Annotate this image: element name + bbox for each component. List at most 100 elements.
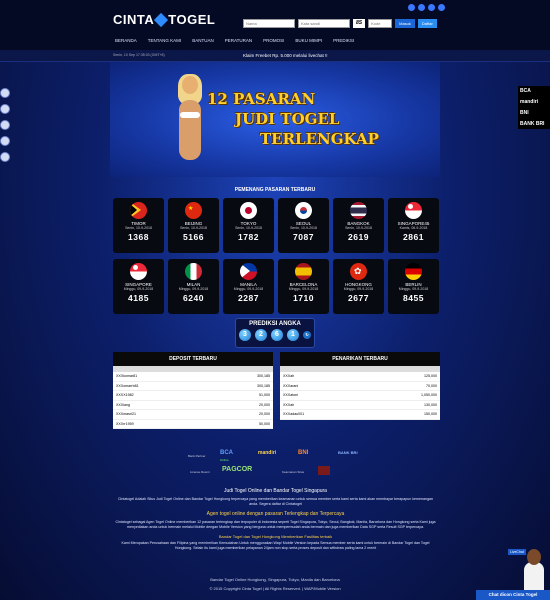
footer-links[interactable]: Bandar Togel Online Hongkong, Singapura,… (0, 577, 550, 582)
market-date: Senin, 10-9-2018 (235, 226, 262, 230)
nav-item-buku-mimpi[interactable]: BUKU MIMPI (295, 38, 322, 43)
market-result: 2861 (403, 232, 424, 242)
bank-status-panel: BCA mandiri BNI BANK BRI (518, 86, 550, 129)
row-user: XXXmasri21 (116, 412, 136, 416)
line-icon[interactable] (0, 120, 10, 130)
site-logo[interactable]: CINTA TOGEL (113, 12, 215, 28)
market-card-milan[interactable]: MILAN Minggu, 09-9-2018 6240 (168, 259, 219, 314)
security-badge-icon (318, 466, 330, 475)
table-row: XXXadau001 150,000 (280, 410, 440, 420)
table-row: XXXarani 70,000 (280, 382, 440, 391)
captcha-input[interactable] (368, 19, 393, 28)
banner-line-3: TERLENGKAP (260, 130, 379, 148)
nav-item-bantuan[interactable]: BANTUAN (192, 38, 214, 43)
table-row: XXXiang 20,000 (113, 401, 273, 410)
login-form: 8S Masuk Daftar (243, 19, 437, 28)
market-card-barcelona[interactable]: BARCELONA Minggu, 09-9-2018 1710 (278, 259, 329, 314)
row-user: XXXah (283, 374, 295, 378)
row-amount: 150,000 (424, 412, 437, 416)
twitter-icon[interactable] (418, 4, 425, 11)
livechat-agent-image[interactable] (521, 549, 548, 590)
prediction-digit: 3 (239, 329, 251, 341)
diamond-icon (154, 12, 169, 28)
table-row: XXXah 130,000 (280, 401, 440, 410)
row-user: XXXkomar81 (116, 374, 138, 378)
bank-bni: BNI (520, 110, 529, 116)
market-card-hongkong[interactable]: ✿ HONGKONG Minggu, 09-9-2018 2677 (333, 259, 384, 314)
china-flag-icon: ★ (185, 202, 202, 219)
login-button[interactable]: Masuk (395, 19, 415, 28)
row-user: XXXadau001 (283, 412, 305, 416)
market-result: 1782 (238, 232, 259, 242)
prediction-digit: 6 (271, 329, 283, 341)
wechat-icon[interactable] (0, 152, 10, 162)
partner-mandiri: mandiri (258, 450, 277, 456)
table-row: XXXX1982 51,000 (113, 391, 273, 401)
row-user: XXXarani (283, 383, 299, 388)
ticker-bar: Senin, 10 Sep 17:35:03 (GMT+8) Klaim Fre… (0, 50, 550, 62)
market-date: Kamis, 06-9-2018 (399, 226, 428, 230)
hero-banner[interactable]: 12 PASARAN JUDI TOGEL TERLENGKAP (110, 62, 440, 177)
market-card-beijing[interactable]: ★ BEIJING Senin, 10-9-2018 5166 (168, 198, 219, 253)
market-result: 2619 (348, 232, 369, 242)
register-button[interactable]: Daftar (417, 19, 437, 28)
header: CINTA TOGEL 8S Masuk Daftar BERANDA TENTA… (0, 0, 550, 50)
row-user: XXXatoni (283, 393, 298, 397)
market-result: 2287 (238, 293, 259, 303)
livechat-button[interactable]: Chat dicon Cinta Togel (476, 590, 550, 600)
nav-item-prediksi[interactable]: PREDIKSI (333, 38, 354, 43)
footer-content: Judi Togel Online dan Bandar Togel Singa… (113, 488, 438, 551)
logo-text-cinta: CINTA (113, 12, 155, 27)
market-card-bangkok[interactable]: BANGKOK Senin, 10-9-2018 2619 (333, 198, 384, 253)
nav-item-tentang-kami[interactable]: TENTANG KAMI (148, 38, 181, 43)
market-result: 8455 (403, 293, 424, 303)
market-card-singapore[interactable]: SINGAPORE Minggu, 09-9-2018 4185 (113, 259, 164, 314)
refresh-icon[interactable]: ↻ (303, 331, 311, 339)
italy-flag-icon (185, 263, 202, 280)
username-input[interactable] (243, 19, 295, 28)
row-amount: 20,000 (259, 402, 270, 407)
nav-item-promosi[interactable]: PROMOSI (263, 38, 284, 43)
market-date: Senin, 10-9-2018 (345, 226, 372, 230)
password-input[interactable] (298, 19, 350, 28)
market-date: Minggu, 09-9-2018 (398, 287, 429, 291)
market-date: Minggu, 09-9-2018 (123, 287, 154, 291)
market-result: 5166 (183, 232, 204, 242)
table-row: XXXomarrb81 300,185 (113, 382, 273, 391)
germany-flag-icon (405, 263, 422, 280)
market-card-manila[interactable]: MANILA Minggu, 09-9-2018 2287 (223, 259, 274, 314)
korea-flag-icon (295, 202, 312, 219)
social-links (408, 4, 445, 11)
market-date: Minggu, 09-9-2018 (288, 287, 319, 291)
row-user: XXXX1982 (116, 393, 134, 397)
table-row: XXXkomar81 300,185 (113, 372, 273, 382)
whatsapp-icon[interactable] (0, 104, 10, 114)
phone-icon[interactable] (0, 88, 10, 98)
market-date: Senin, 10-9-2018 (180, 226, 207, 230)
nav-item-beranda[interactable]: BERANDA (115, 38, 137, 43)
market-result: 4185 (128, 293, 149, 303)
market-card-berlin[interactable]: BERLIN Minggu, 09-9-2018 8455 (388, 259, 439, 314)
bbm-icon[interactable] (0, 136, 10, 146)
prediction-digit: 2 (255, 329, 267, 341)
row-amount: 51,000 (259, 393, 270, 397)
livechat-tag[interactable]: LiveChat (508, 549, 526, 555)
instagram-icon[interactable] (428, 4, 435, 11)
pagcor-logo: PAGCOR (222, 466, 253, 473)
deposit-title: DEPOSIT TERBARU (113, 352, 273, 366)
market-card-seoul[interactable]: SEOUL Senin, 10-9-2018 7087 (278, 198, 329, 253)
main-nav: BERANDA TENTANG KAMI BANTUAN PERATURAN P… (115, 38, 354, 43)
facebook-icon[interactable] (408, 4, 415, 11)
market-card-timor[interactable]: TIMOR Senin, 10-9-2018 1368 (113, 198, 164, 253)
japan-flag-icon (240, 202, 257, 219)
row-user: XXXrr1959 (116, 421, 134, 426)
market-card-tokyo[interactable]: TOKYO Senin, 10-9-2018 1782 (223, 198, 274, 253)
google-plus-icon[interactable] (438, 4, 445, 11)
partners-section: Bank Partner BCA mandiri BNI BANK BRI On… (170, 448, 380, 478)
hongkong-flag-icon: ✿ (350, 263, 367, 280)
banner-model-image (165, 74, 215, 174)
nav-item-peraturan[interactable]: PERATURAN (225, 38, 252, 43)
bank-bri: BANK BRI (520, 121, 545, 127)
footer-heading-3: Bandar Togel dan Togel Hongkong Memberik… (218, 534, 333, 539)
market-card-singapore45[interactable]: SINGAPORE45 Kamis, 06-9-2018 2861 (388, 198, 439, 253)
